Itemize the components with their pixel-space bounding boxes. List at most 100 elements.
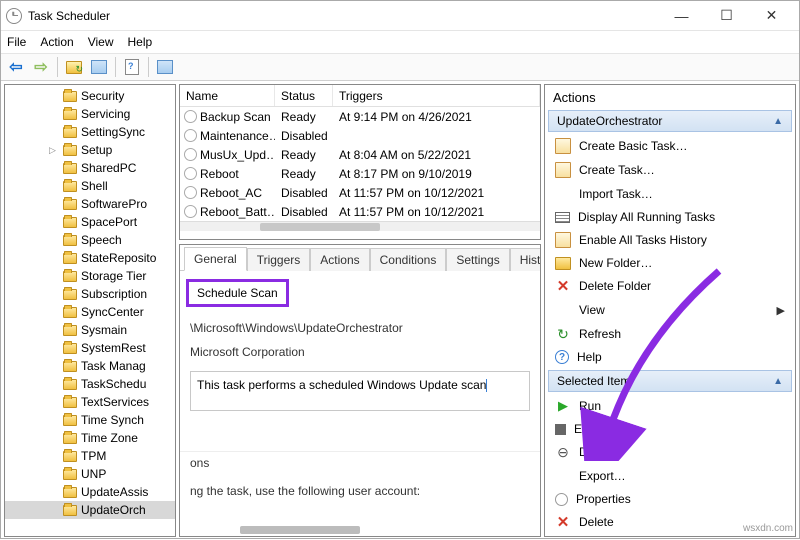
tree-item-synccenter[interactable]: SyncCenter xyxy=(5,303,175,321)
menu-action[interactable]: Action xyxy=(40,35,73,49)
h-scrollbar[interactable] xyxy=(180,221,540,231)
task-icon xyxy=(184,110,197,123)
help-button[interactable] xyxy=(121,56,143,78)
action-new-folder-[interactable]: New Folder… xyxy=(545,252,795,274)
actions-pane: Actions UpdateOrchestrator ▲ Create Basi… xyxy=(544,84,796,537)
action-view[interactable]: View▶ xyxy=(545,298,795,322)
view-button[interactable] xyxy=(154,56,176,78)
action-properties[interactable]: Properties xyxy=(545,488,795,510)
tree-item-textservices[interactable]: TextServices xyxy=(5,393,175,411)
action-enable-all-tasks-history[interactable]: Enable All Tasks History xyxy=(545,228,795,252)
tree-item-security[interactable]: Security xyxy=(5,87,175,105)
help-icon xyxy=(125,59,139,75)
minimize-button[interactable]: — xyxy=(659,2,704,30)
folder-icon xyxy=(63,361,77,372)
task-row[interactable]: Reboot_ACDisabledAt 11:57 PM on 10/12/20… xyxy=(180,183,540,202)
task-row[interactable]: Backup ScanReadyAt 9:14 PM on 4/26/2021 xyxy=(180,107,540,126)
tree-item-settingsync[interactable]: SettingSync xyxy=(5,123,175,141)
task-status: Ready xyxy=(275,167,333,181)
task-triggers: At 9:14 PM on 4/26/2021 xyxy=(333,110,540,124)
task-grid[interactable]: Name Status Triggers Backup ScanReadyAt … xyxy=(179,84,541,240)
tree-item-statereposito[interactable]: StateReposito xyxy=(5,249,175,267)
action-create-basic-task-[interactable]: Create Basic Task… xyxy=(545,134,795,158)
tree-item-time-synch[interactable]: Time Synch xyxy=(5,411,175,429)
tree-item-subscription[interactable]: Subscription xyxy=(5,285,175,303)
col-status[interactable]: Status xyxy=(275,85,333,106)
menu-file[interactable]: File xyxy=(7,35,26,49)
action-run[interactable]: ▶Run xyxy=(545,394,795,418)
col-triggers[interactable]: Triggers xyxy=(333,85,540,106)
task-row[interactable]: RebootReadyAt 8:17 PM on 9/10/2019 xyxy=(180,164,540,183)
action-end[interactable]: End xyxy=(545,418,795,440)
folder-up-icon xyxy=(66,61,82,74)
tab-triggers[interactable]: Triggers xyxy=(247,248,311,271)
close-button[interactable]: ✕ xyxy=(749,2,794,30)
action-import-task-[interactable]: Import Task… xyxy=(545,182,795,206)
tree-item-systemrest[interactable]: SystemRest xyxy=(5,339,175,357)
maximize-button[interactable]: ☐ xyxy=(704,2,749,30)
action-refresh[interactable]: ↻Refresh xyxy=(545,322,795,346)
tree-item-shell[interactable]: Shell xyxy=(5,177,175,195)
clock-icon xyxy=(555,493,568,506)
properties-button[interactable] xyxy=(88,56,110,78)
tree-item-spaceport[interactable]: SpacePort xyxy=(5,213,175,231)
action-help[interactable]: ?Help xyxy=(545,346,795,368)
tab-settings[interactable]: Settings xyxy=(446,248,509,271)
detail-h-scrollbar[interactable] xyxy=(240,526,360,534)
tree-item-tpm[interactable]: TPM xyxy=(5,447,175,465)
action-display-all-running-tasks[interactable]: Display All Running Tasks xyxy=(545,206,795,228)
grid-header: Name Status Triggers xyxy=(180,85,540,107)
tree-item-task-manag[interactable]: Task Manag xyxy=(5,357,175,375)
tree-label: Time Synch xyxy=(81,413,144,427)
task-row[interactable]: Maintenance…Disabled xyxy=(180,126,540,145)
tree-item-unp[interactable]: UNP xyxy=(5,465,175,483)
tree-item-updateassis[interactable]: UpdateAssis xyxy=(5,483,175,501)
menu-help[interactable]: Help xyxy=(128,35,153,49)
group-header-a: UpdateOrchestrator xyxy=(557,114,662,128)
tree-item-taskschedu[interactable]: TaskSchedu xyxy=(5,375,175,393)
tab-conditions[interactable]: Conditions xyxy=(370,248,447,271)
blank-icon xyxy=(555,186,571,202)
help-icon: ? xyxy=(555,350,569,364)
tree-item-storage-tier[interactable]: Storage Tier xyxy=(5,267,175,285)
action-delete-folder[interactable]: ✕Delete Folder xyxy=(545,274,795,298)
up-folder-button[interactable] xyxy=(63,56,85,78)
menu-view[interactable]: View xyxy=(88,35,114,49)
tree-item-sharedpc[interactable]: SharedPC xyxy=(5,159,175,177)
tree-item-setup[interactable]: ▷Setup xyxy=(5,141,175,159)
actions-group-orchestrator[interactable]: UpdateOrchestrator ▲ xyxy=(548,110,792,132)
folder-icon xyxy=(63,91,77,102)
action-export-[interactable]: Export… xyxy=(545,464,795,488)
chevron-icon: ▷ xyxy=(49,145,56,156)
action-label: Delete xyxy=(579,515,614,529)
separator xyxy=(148,57,149,77)
action-create-task-[interactable]: Create Task… xyxy=(545,158,795,182)
col-name[interactable]: Name xyxy=(180,85,275,106)
task-row[interactable]: Reboot_Batt…DisabledAt 11:57 PM on 10/12… xyxy=(180,202,540,221)
task-icon xyxy=(184,167,197,180)
tree-item-servicing[interactable]: Servicing xyxy=(5,105,175,123)
task-row[interactable]: MusUx_Upd…ReadyAt 8:04 AM on 5/22/2021 xyxy=(180,145,540,164)
separator xyxy=(57,57,58,77)
actions-group-selected[interactable]: Selected Item ▲ xyxy=(548,370,792,392)
collapse-icon: ▲ xyxy=(773,376,783,387)
task-triggers: At 11:57 PM on 10/12/2021 xyxy=(333,205,540,219)
tab-history[interactable]: Hist xyxy=(510,248,541,271)
tree-item-updateorch[interactable]: UpdateOrch xyxy=(5,501,175,519)
tree-item-sysmain[interactable]: Sysmain xyxy=(5,321,175,339)
task-name-highlight: Schedule Scan xyxy=(186,279,289,307)
tree-label: Speech xyxy=(81,233,122,247)
window-title: Task Scheduler xyxy=(28,9,659,23)
nav-back-button[interactable]: ⇦ xyxy=(5,56,27,78)
task-description-field[interactable]: This task performs a scheduled Windows U… xyxy=(190,371,530,411)
tree-item-time-zone[interactable]: Time Zone xyxy=(5,429,175,447)
tab-general[interactable]: General xyxy=(184,247,247,271)
folder-icon xyxy=(63,415,77,426)
tree-item-speech[interactable]: Speech xyxy=(5,231,175,249)
tree-view[interactable]: SecurityServicingSettingSync▷SetupShared… xyxy=(4,84,176,537)
tree-item-softwarepro[interactable]: SoftwarePro xyxy=(5,195,175,213)
action-disable[interactable]: ⊖Disable xyxy=(545,440,795,464)
tab-actions[interactable]: Actions xyxy=(310,248,369,271)
nav-forward-button[interactable]: ⇨ xyxy=(30,56,52,78)
blank-icon xyxy=(555,302,571,318)
